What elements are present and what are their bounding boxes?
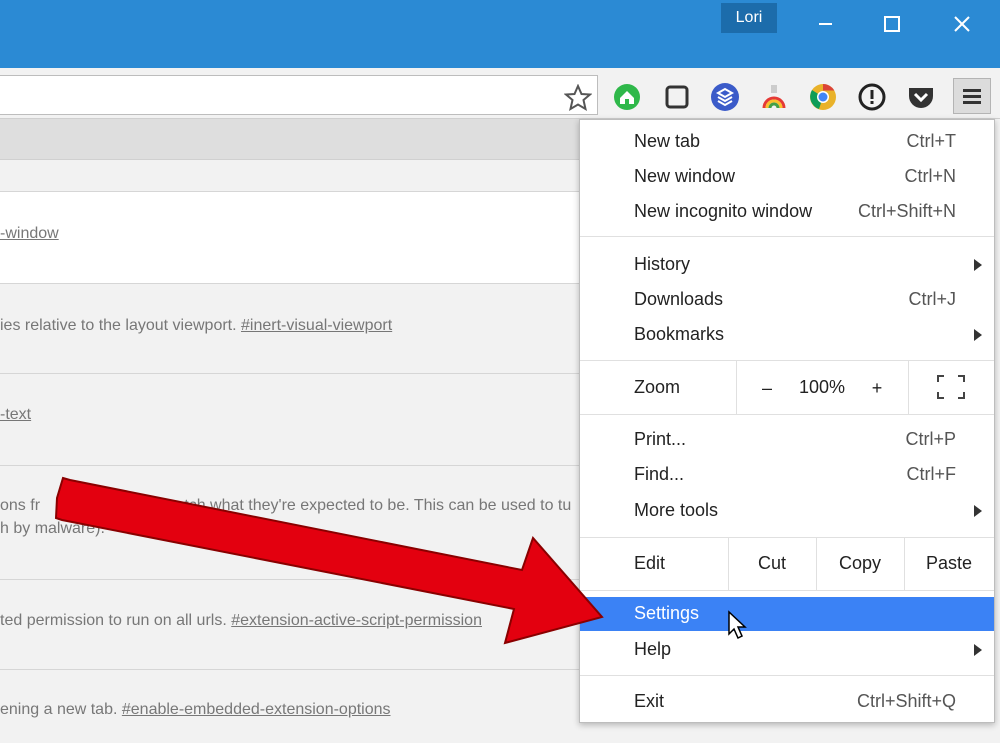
- red-arrow-annotation: [54, 476, 604, 645]
- arrow-shape: [54, 476, 604, 645]
- mouse-cursor-icon: [728, 610, 747, 640]
